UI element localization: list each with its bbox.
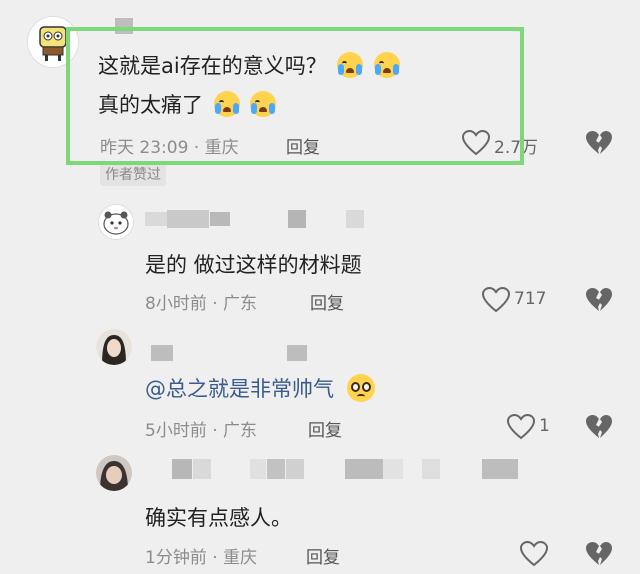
dislike-button[interactable] (585, 287, 613, 313)
like-button[interactable] (520, 541, 548, 567)
heart-outline-icon (520, 541, 548, 567)
author-liked-tag: 作者赞过 (100, 164, 166, 186)
reply-button[interactable]: 回复 (306, 543, 340, 568)
username-redacted[interactable] (383, 459, 403, 479)
username-redacted[interactable] (286, 459, 304, 479)
broken-heart-icon (586, 415, 612, 438)
avatar-bear-icon (99, 205, 133, 239)
reply-button[interactable]: 回复 (308, 416, 342, 441)
broken-heart-icon (586, 542, 612, 565)
comment-text: @总之就是非常帅气 (145, 373, 375, 403)
avatar-photo-icon (96, 455, 132, 491)
username-redacted[interactable] (267, 459, 285, 479)
pleading-emoji-icon (346, 374, 375, 402)
broken-heart-icon (586, 131, 612, 154)
heart-outline-icon (482, 287, 510, 313)
avatar-photo-icon (96, 329, 132, 365)
username-redacted[interactable] (210, 212, 230, 226)
dislike-button[interactable] (585, 541, 613, 567)
comment-time-location: 8小时前 · 广东 (145, 294, 258, 314)
heart-outline-icon (507, 414, 535, 440)
highlight-box (66, 27, 524, 165)
comment-text: 是的 做过这样的材料题 (145, 253, 362, 277)
like-count: 717 (514, 289, 547, 309)
reply-button[interactable]: 回复 (310, 289, 344, 314)
username-redacted[interactable] (145, 212, 167, 226)
username-redacted[interactable] (346, 210, 364, 228)
like-button[interactable] (482, 287, 510, 313)
username-redacted[interactable] (288, 210, 306, 228)
dislike-button[interactable] (585, 130, 613, 156)
username-redacted[interactable] (422, 459, 440, 479)
username-redacted[interactable] (250, 459, 266, 479)
like-count: 1 (539, 416, 550, 436)
dislike-button[interactable] (585, 414, 613, 440)
username-redacted[interactable] (482, 459, 518, 479)
avatar[interactable] (96, 455, 132, 491)
avatar[interactable] (96, 329, 132, 365)
broken-heart-icon (586, 288, 612, 311)
username-redacted[interactable] (167, 210, 209, 228)
mention-text[interactable]: @总之就是非常帅气 (145, 377, 334, 401)
avatar[interactable] (98, 204, 134, 240)
username-redacted[interactable] (287, 345, 307, 361)
like-button[interactable] (507, 414, 535, 440)
comment-text: 确实有点感人。 (145, 506, 292, 530)
comment-time-location: 1分钟前 · 重庆 (145, 548, 258, 568)
comment-time-location: 5小时前 · 广东 (145, 421, 258, 441)
username-redacted[interactable] (151, 345, 173, 361)
username-redacted[interactable] (345, 459, 383, 479)
username-redacted[interactable] (193, 459, 211, 479)
username-redacted[interactable] (172, 459, 192, 479)
